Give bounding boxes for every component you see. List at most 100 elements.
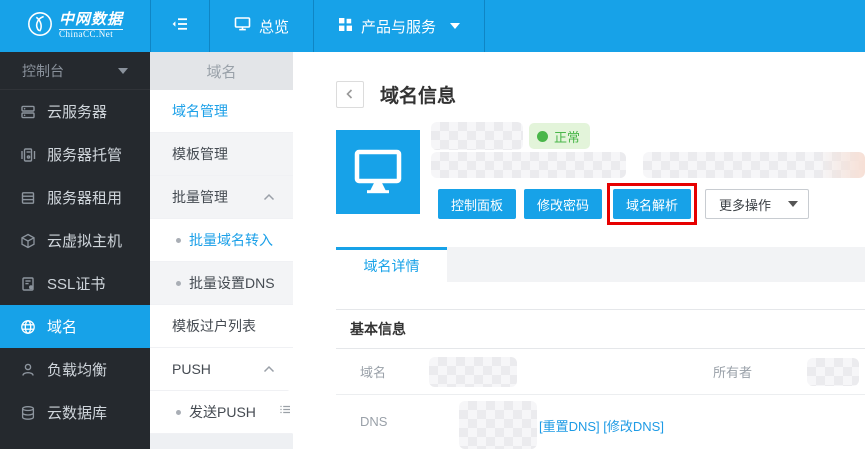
status-label: 正常 bbox=[554, 127, 580, 146]
submenu-item-label: 域名管理 bbox=[172, 101, 228, 121]
bullet-icon bbox=[176, 238, 181, 243]
virtual-host-cube-icon bbox=[20, 233, 36, 249]
domain-info-redacted bbox=[431, 152, 626, 178]
nav-products-label: 产品与服务 bbox=[361, 16, 436, 37]
cloud-server-icon bbox=[20, 104, 36, 120]
tab-bar: 域名详情 bbox=[336, 247, 865, 282]
brand-logo-icon bbox=[27, 11, 53, 42]
domain-field-label: 域名 bbox=[360, 362, 429, 381]
dns-field-label: DNS bbox=[360, 414, 429, 429]
tab-domain-details[interactable]: 域名详情 bbox=[336, 247, 447, 282]
products-caret-down-icon bbox=[450, 23, 460, 29]
domain-avatar bbox=[336, 130, 420, 214]
section-title: 基本信息 bbox=[336, 309, 865, 349]
submenu-item-batch-domain-transfer[interactable]: 批量域名转入 bbox=[150, 219, 293, 262]
submenu-group-label: 批量管理 bbox=[172, 187, 228, 207]
console-label: 控制台 bbox=[22, 61, 64, 81]
brand-logo[interactable]: 中网数据 ChinaCC.Net bbox=[0, 0, 150, 52]
more-actions-dropdown[interactable]: 更多操作 bbox=[705, 189, 809, 219]
back-button[interactable] bbox=[336, 81, 364, 108]
sidebar-item-label: 域名 bbox=[47, 316, 77, 337]
submenu-item-domain-manage[interactable]: 域名管理 bbox=[150, 90, 293, 133]
sidebar-item-label: 负载均衡 bbox=[47, 359, 107, 380]
field-row-dns: DNS [重置DNS] [修改DNS] bbox=[336, 395, 865, 449]
console-selector[interactable]: 控制台 bbox=[0, 52, 150, 90]
owner-value-redacted bbox=[807, 358, 859, 386]
main-content: 域名信息 正常 bbox=[293, 52, 865, 449]
sidebar-item-virtual-host[interactable]: 云虚拟主机 bbox=[0, 219, 150, 262]
menu-fold-button[interactable] bbox=[151, 0, 209, 52]
overview-monitor-icon bbox=[234, 16, 251, 36]
action-buttons: 控制面板 修改密码 域名解析 更多操作 bbox=[438, 183, 865, 225]
submenu-header: 域名 bbox=[150, 52, 293, 90]
status-badge: 正常 bbox=[529, 123, 590, 149]
submenu-item-label: 模板管理 bbox=[172, 144, 228, 164]
topbar: 中网数据 ChinaCC.Net 总览 产品与服务 bbox=[0, 0, 865, 52]
submenu-group-batch-manage[interactable]: 批量管理 bbox=[150, 176, 293, 219]
sidebar-item-ssl-cert[interactable]: SSL证书 bbox=[0, 262, 150, 305]
load-balancer-icon bbox=[20, 362, 36, 378]
sidebar-item-label: 云服务器 bbox=[47, 101, 107, 122]
products-grid-icon bbox=[338, 17, 353, 36]
domain-name-redacted bbox=[431, 122, 523, 150]
sidebar-item-label: SSL证书 bbox=[47, 273, 105, 294]
status-dot-icon bbox=[537, 131, 548, 142]
submenu-item-label: 发送PUSH bbox=[189, 402, 256, 422]
brand-subtitle: ChinaCC.Net bbox=[59, 30, 123, 39]
control-panel-button[interactable]: 控制面板 bbox=[438, 189, 516, 219]
secondary-sidebar: 域名 域名管理 模板管理 批量管理 批量域名转入 批量设置DNS 模板过户列表 bbox=[150, 52, 293, 449]
tab-label: 域名详情 bbox=[364, 256, 420, 276]
chevron-left-icon bbox=[344, 88, 356, 100]
submenu-item-template-manage[interactable]: 模板管理 bbox=[150, 133, 293, 176]
chevron-up-icon bbox=[263, 365, 275, 373]
ssl-certificate-icon bbox=[20, 276, 36, 292]
domain-info-redacted bbox=[643, 152, 865, 178]
more-actions-label: 更多操作 bbox=[719, 195, 771, 214]
submenu-item-label: 模板过户列表 bbox=[172, 316, 256, 336]
sidebar-item-cloud-server[interactable]: 云服务器 bbox=[0, 90, 150, 133]
sidebar-item-label: 云虚拟主机 bbox=[47, 230, 122, 251]
submenu-item-batch-set-dns[interactable]: 批量设置DNS bbox=[150, 262, 293, 305]
red-highlight-box: 域名解析 bbox=[607, 183, 697, 225]
owner-field-label: 所有者 bbox=[713, 362, 782, 381]
sidebar-item-load-balancer[interactable]: 负载均衡 bbox=[0, 348, 150, 391]
server-rental-icon bbox=[20, 190, 36, 206]
topbar-divider bbox=[484, 0, 485, 52]
domain-globe-icon bbox=[20, 319, 36, 335]
console-caret-down-icon bbox=[118, 68, 128, 74]
submenu-group-push[interactable]: PUSH bbox=[150, 348, 293, 391]
dns-action-links[interactable]: [重置DNS] [修改DNS] bbox=[539, 416, 664, 435]
collapse-list-icon bbox=[280, 402, 291, 420]
page-title: 域名信息 bbox=[380, 81, 456, 108]
sidebar-item-label: 服务器托管 bbox=[47, 144, 122, 165]
domain-profile: 正常 控制面板 修改密码 域名解析 更多操作 bbox=[336, 122, 865, 225]
bullet-icon bbox=[176, 410, 181, 415]
sidebar-item-cloud-database[interactable]: 云数据库 bbox=[0, 391, 150, 434]
primary-sidebar: 控制台 云服务器 服务器托管 bbox=[0, 52, 150, 449]
more-actions-caret-down-icon bbox=[788, 201, 798, 207]
sidebar-item-server-rental[interactable]: 服务器租用 bbox=[0, 176, 150, 219]
nav-overview[interactable]: 总览 bbox=[210, 0, 313, 52]
dns-value-redacted bbox=[459, 401, 537, 449]
submenu-item-label: 批量域名转入 bbox=[189, 230, 273, 250]
submenu-item-label: 批量设置DNS bbox=[189, 273, 275, 293]
sidebar-item-label: 服务器租用 bbox=[47, 187, 122, 208]
field-row-domain-owner: 域名 所有者 bbox=[336, 349, 865, 395]
chevron-up-icon bbox=[263, 193, 275, 201]
submenu-group-label: PUSH bbox=[172, 361, 211, 377]
nav-products[interactable]: 产品与服务 bbox=[314, 0, 484, 52]
cloud-database-icon bbox=[20, 405, 36, 421]
sidebar-item-server-hosting[interactable]: 服务器托管 bbox=[0, 133, 150, 176]
change-password-button[interactable]: 修改密码 bbox=[524, 189, 602, 219]
monitor-icon bbox=[354, 149, 402, 195]
server-hosting-icon bbox=[20, 147, 36, 163]
domain-value-redacted bbox=[429, 357, 517, 387]
nav-overview-label: 总览 bbox=[259, 16, 289, 37]
domain-resolution-button[interactable]: 域名解析 bbox=[613, 189, 691, 219]
sidebar-item-label: 云数据库 bbox=[47, 402, 107, 423]
sidebar-item-domain[interactable]: 域名 bbox=[0, 305, 150, 348]
submenu-item-template-transfer-list[interactable]: 模板过户列表 bbox=[150, 305, 293, 348]
menu-fold-icon bbox=[171, 16, 189, 36]
brand-name: 中网数据 bbox=[59, 12, 123, 30]
bullet-icon bbox=[176, 281, 181, 286]
